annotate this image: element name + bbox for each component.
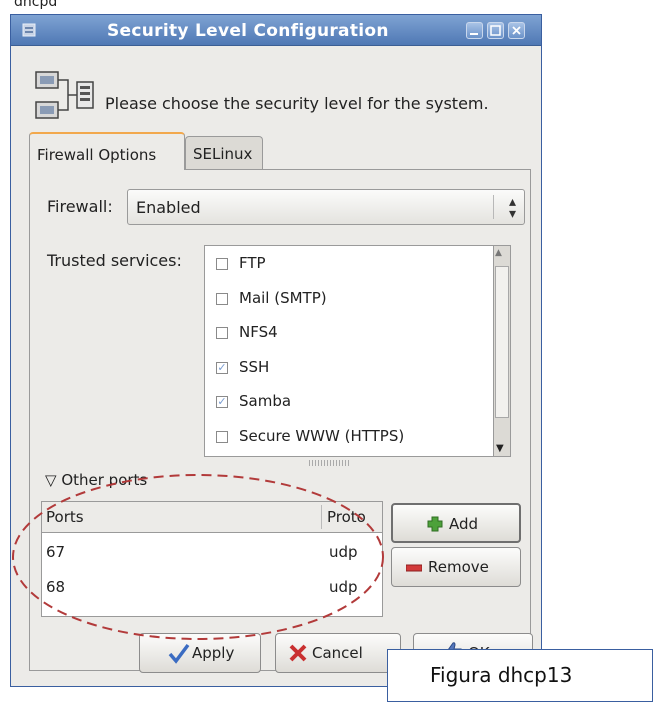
annotation-ellipse <box>12 474 384 640</box>
figure-caption: Figura dhcp13 <box>430 663 573 687</box>
tab-firewall-options-label: Firewall Options <box>37 146 157 164</box>
figure-caption-box: Figura dhcp13 <box>387 649 653 702</box>
tab-firewall-options[interactable]: Firewall Options <box>29 132 185 170</box>
